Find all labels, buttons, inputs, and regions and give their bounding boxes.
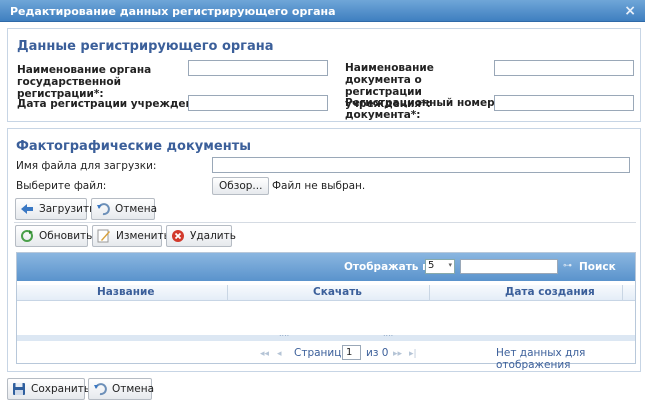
grid-body [17,301,635,335]
refresh-icon [20,229,34,243]
upload-button-label: Загрузить [39,203,96,215]
registrar-panel: Данные регистрирующего органа Наименован… [7,28,641,122]
no-file-text: Файл не выбран. [272,180,366,192]
factual-title: Фактографические документы [16,139,251,154]
doc-name-input[interactable] [494,60,634,76]
grid-scroll-strip[interactable]: .... .... [17,329,635,341]
column-header-download[interactable]: Скачать [313,286,362,298]
page-label: Страница [294,347,348,359]
binoculars-icon: ⊶ [563,261,572,271]
reg-date-label: Дата регистрации учреждения*: [17,98,217,110]
arrow-left-icon [20,202,34,216]
undo-icon [96,202,110,216]
documents-grid: Отображать по: 5 ▾ ⊶ Поиск Название Скач… [16,252,636,371]
upload-cancel-label: Отмена [115,203,158,215]
browse-button-label: Обзор... [219,180,263,192]
delete-button-label: Удалить [190,230,236,242]
reg-number-label: Регистрационный номер документа*: [345,97,495,121]
grid-search-button[interactable]: Поиск [579,261,616,273]
edit-button-label: Изменить [116,230,170,242]
edit-button[interactable]: Изменить [92,225,170,247]
reg-number-label-line1: Регистрационный номер [345,97,495,109]
dialog-titlebar: Редактирование данных регистрирующего ор… [0,0,645,22]
browse-button[interactable]: Обзор... [212,177,270,195]
org-name-label: Наименование органа государственной реги… [17,64,192,100]
empty-grid-message: Нет данных для отображения [496,347,586,371]
org-name-label-line1: Наименование органа [17,64,152,76]
edit-pencil-icon [97,229,111,243]
dialog-title: Редактирование данных регистрирующего ор… [10,5,336,18]
column-separator [429,285,430,301]
column-header-created[interactable]: Дата создания [505,286,595,298]
doc-name-label-line1: Наименование документа о [345,62,434,86]
last-page-icon[interactable]: ▸| [409,349,417,359]
page-of-label: из 0 [366,347,389,359]
upload-button[interactable]: Загрузить [15,198,95,220]
prev-page-icon[interactable]: ◂ [277,349,282,359]
registrar-title: Данные регистрирующего органа [17,39,274,54]
filename-input[interactable] [212,157,630,173]
grid-toolbar: Отображать по: 5 ▾ ⊶ Поиск [17,253,635,281]
next-page-icon[interactable]: ▸▸ [393,349,402,359]
grid-header: Название Скачать Дата создания [17,285,635,301]
page-size-select[interactable]: 5 ▾ [425,259,455,274]
save-button[interactable]: Сохранить [7,378,90,400]
column-header-name[interactable]: Название [97,286,154,298]
reg-number-input[interactable] [494,95,634,111]
column-separator [227,285,228,301]
footer-cancel-label: Отмена [112,383,155,395]
page-number-input[interactable] [342,345,361,360]
refresh-button[interactable]: Обновить [15,225,92,247]
chevron-down-icon: ▾ [448,261,452,269]
delete-icon [171,229,185,243]
save-button-label: Сохранить [31,383,91,395]
column-separator [622,285,623,301]
undo-icon [93,382,107,396]
grid-search-input[interactable] [460,259,558,274]
reg-date-input[interactable] [188,95,328,111]
upload-cancel-button[interactable]: Отмена [91,198,158,220]
choose-file-label: Выберите файл: [16,180,107,192]
org-name-input[interactable] [188,60,328,76]
refresh-button-label: Обновить [39,230,93,242]
close-icon[interactable]: × [624,3,636,19]
floppy-disk-icon [12,382,26,396]
delete-button[interactable]: Удалить [166,225,236,247]
footer-cancel-button[interactable]: Отмена [88,378,155,400]
column-resize-handle[interactable]: .... [279,329,289,338]
reg-number-label-line2: документа*: [345,109,421,121]
column-resize-handle[interactable]: .... [383,329,393,338]
first-page-icon[interactable]: ◂◂ [260,349,269,359]
org-name-label-line2: государственной регистрации*: [17,76,122,100]
filename-label: Имя файла для загрузки: [16,160,157,172]
page-size-value: 5 [428,260,435,271]
section-divider [14,222,636,223]
